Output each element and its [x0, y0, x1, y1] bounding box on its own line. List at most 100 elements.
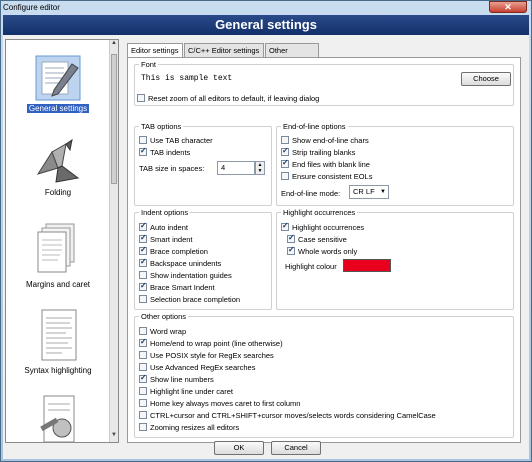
end-files-blank-line-checkbox[interactable]: End files with blank line — [281, 158, 370, 169]
checkbox-box[interactable] — [139, 351, 147, 359]
checkbox-box[interactable] — [139, 245, 147, 255]
checkbox-box[interactable] — [139, 281, 147, 291]
sidebar-scrollbar[interactable]: ▲ ▼ — [109, 40, 118, 442]
checkbox-box[interactable] — [139, 363, 147, 371]
indent-options-group: Indent options Auto indent Smart indent … — [134, 208, 272, 310]
brace-smart-indent-checkbox[interactable]: Brace Smart Indent — [139, 281, 215, 292]
auto-indent-checkbox[interactable]: Auto indent — [139, 221, 188, 232]
scrollbar-thumb[interactable] — [111, 54, 117, 184]
highlight-colour-swatch[interactable] — [343, 259, 391, 272]
checkbox-box[interactable] — [281, 158, 289, 168]
highlight-occurrences-checkbox[interactable]: Highlight occurrences — [281, 221, 364, 232]
checkbox-box[interactable] — [281, 172, 289, 180]
cancel-button[interactable]: Cancel — [271, 441, 321, 455]
checkbox-box[interactable] — [139, 136, 147, 144]
sidebar-item-tools[interactable] — [6, 392, 110, 442]
checkbox-box[interactable] — [139, 327, 147, 335]
eol-mode-value: CR LF — [353, 187, 375, 196]
checkbox-label: Show indentation guides — [150, 270, 232, 280]
selection-brace-completion-checkbox[interactable]: Selection brace completion — [139, 294, 240, 304]
sidebar-item-syntax-highlighting[interactable]: Syntax highlighting — [6, 308, 110, 375]
case-sensitive-checkbox[interactable]: Case sensitive — [287, 233, 347, 244]
checkbox-box[interactable] — [139, 146, 147, 156]
font-group-title: Font — [139, 60, 159, 69]
sidebar-item-general-settings[interactable]: General settings — [6, 54, 110, 113]
origami-crane-icon — [36, 138, 80, 183]
tab-size-input[interactable]: 4 — [217, 161, 255, 175]
checkbox-label: Use Advanced RegEx searches — [150, 362, 256, 372]
smart-indent-checkbox[interactable]: Smart indent — [139, 233, 193, 244]
show-indentation-guides-checkbox[interactable]: Show indentation guides — [139, 270, 232, 280]
highlight-line-caret-checkbox[interactable]: Highlight line under caret — [139, 386, 233, 396]
zooming-resizes-editors-checkbox[interactable]: Zooming resizes all editors — [139, 422, 239, 432]
scroll-down-icon[interactable]: ▼ — [110, 432, 118, 442]
checkbox-box[interactable] — [287, 233, 295, 243]
checkbox-box[interactable] — [139, 387, 147, 395]
sidebar-item-label: Margins and caret — [25, 280, 91, 289]
eol-mode-select[interactable]: CR LF ▼ — [349, 185, 389, 199]
sidebar-item-folding[interactable]: Folding — [6, 138, 110, 197]
checkbox-box[interactable] — [281, 146, 289, 156]
window-close-button[interactable]: ✕ — [489, 1, 527, 13]
checkbox-box[interactable] — [287, 245, 295, 255]
use-tab-character-checkbox[interactable]: Use TAB character — [139, 135, 213, 145]
ensure-consistent-eols-checkbox[interactable]: Ensure consistent EOLs — [281, 171, 372, 181]
font-sample-text: This is sample text — [141, 74, 233, 83]
eol-mode-label: End-of-line mode: — [281, 189, 341, 198]
choose-font-button[interactable]: Choose — [461, 72, 511, 86]
tab-cpp-editor-settings[interactable]: C/C++ Editor settings — [184, 43, 264, 57]
sidebar-item-label: General settings — [26, 104, 90, 113]
checkbox-label: Zooming resizes all editors — [150, 422, 240, 432]
checkbox-label: Case sensitive — [298, 234, 347, 244]
reset-zoom-checkbox[interactable]: Reset zoom of all editors to default, if… — [137, 93, 319, 103]
tab-editor-settings[interactable]: Editor settings — [127, 43, 183, 58]
checkbox-box[interactable] — [139, 271, 147, 279]
checkbox-box[interactable] — [281, 221, 289, 231]
camelcase-cursor-checkbox[interactable]: CTRL+cursor and CTRL+SHIFT+cursor moves/… — [139, 410, 436, 420]
checkbox-label: Brace completion — [150, 246, 208, 256]
eol-options-title: End-of-line options — [281, 122, 348, 131]
highlight-colour-label: Highlight colour — [285, 262, 337, 271]
checkbox-box[interactable] — [139, 221, 147, 231]
tab-size-spinner[interactable]: ▲ ▼ — [255, 161, 265, 175]
strip-trailing-blanks-checkbox[interactable]: Strip trailing blanks — [281, 146, 355, 157]
checkbox-label: Highlight line under caret — [150, 386, 233, 396]
sidebar-item-margins-and-caret[interactable]: Margins and caret — [6, 222, 110, 289]
indent-options-title: Indent options — [139, 208, 191, 217]
eol-options-group: End-of-line options Show end-of-line cha… — [276, 122, 514, 206]
brace-completion-checkbox[interactable]: Brace completion — [139, 245, 208, 256]
checkbox-box[interactable] — [139, 373, 147, 383]
scroll-up-icon[interactable]: ▲ — [110, 40, 118, 50]
checkbox-box[interactable] — [139, 399, 147, 407]
ok-button[interactable]: OK — [214, 441, 264, 455]
checkbox-label: Word wrap — [150, 326, 187, 336]
tab-other-settings[interactable]: Other settings — [265, 43, 319, 68]
checkbox-label: Use TAB character — [150, 135, 213, 145]
show-eol-chars-checkbox[interactable]: Show end-of-line chars — [281, 135, 369, 145]
home-end-wrap-checkbox[interactable]: Home/end to wrap point (line otherwise) — [139, 337, 283, 348]
tools-document-icon — [40, 395, 75, 442]
other-options-title: Other options — [139, 312, 189, 321]
checkbox-box[interactable] — [139, 233, 147, 243]
pencil-paper-icon — [35, 55, 81, 101]
word-wrap-checkbox[interactable]: Word wrap — [139, 326, 186, 336]
checkbox-box[interactable] — [139, 295, 147, 303]
checkbox-label: Ensure consistent EOLs — [292, 171, 373, 181]
checkbox-box[interactable] — [139, 423, 147, 431]
posix-regex-checkbox[interactable]: Use POSIX style for RegEx searches — [139, 350, 274, 360]
checkbox-label: Selection brace completion — [150, 294, 241, 304]
checkbox-box[interactable] — [139, 257, 147, 267]
advanced-regex-checkbox[interactable]: Use Advanced RegEx searches — [139, 362, 255, 372]
show-line-numbers-checkbox[interactable]: Show line numbers — [139, 373, 214, 384]
checkbox-box[interactable] — [281, 136, 289, 144]
checkbox-label: Backspace unindents — [150, 258, 222, 268]
whole-words-only-checkbox[interactable]: Whole words only — [287, 245, 357, 256]
checkbox-box[interactable] — [137, 94, 145, 102]
home-key-first-column-checkbox[interactable]: Home key always moves caret to first col… — [139, 398, 300, 408]
checkbox-box[interactable] — [139, 411, 147, 419]
backspace-unindents-checkbox[interactable]: Backspace unindents — [139, 257, 222, 268]
tab-indents-checkbox[interactable]: TAB indents — [139, 146, 190, 157]
checkbox-label: Show line numbers — [150, 374, 214, 384]
tab-size-label: TAB size in spaces: — [139, 164, 205, 173]
checkbox-box[interactable] — [139, 337, 147, 347]
